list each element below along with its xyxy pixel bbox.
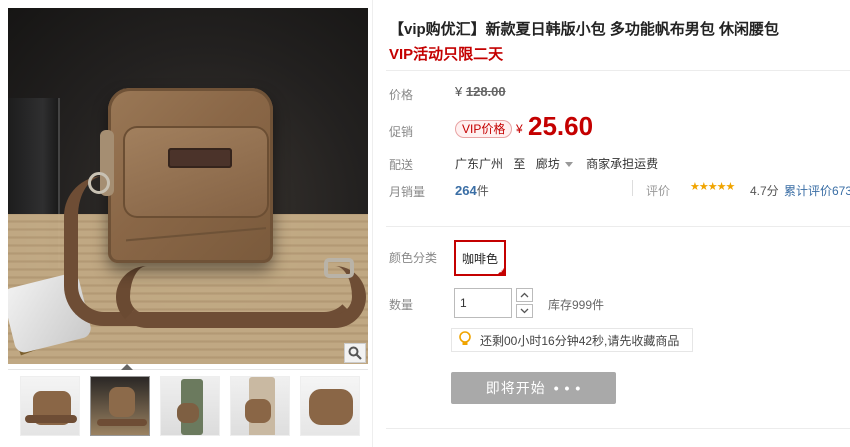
- stock-info: 库存999件: [548, 298, 605, 312]
- vip-price-badge: VIP价格: [455, 120, 513, 138]
- color-option-label: 咖啡色: [461, 251, 498, 266]
- sales-unit: 件: [476, 184, 489, 198]
- destination-select[interactable]: 廊坊: [536, 157, 560, 171]
- magnifier-icon[interactable]: [344, 343, 366, 363]
- thumbnail-4[interactable]: [230, 376, 290, 436]
- separator: [632, 180, 633, 196]
- thumbnail-1[interactable]: [20, 376, 80, 436]
- column-divider: [372, 0, 373, 447]
- currency-symbol: ¥: [455, 84, 463, 99]
- shipping-label: 配送: [389, 158, 414, 172]
- total-reviews-link[interactable]: 累计评价673: [784, 182, 850, 199]
- rating-stars-icon: ★★★★★: [690, 181, 735, 193]
- bag-pocket: [126, 214, 266, 254]
- strap-buckle: [324, 258, 354, 278]
- start-button-label: 即将开始: [485, 380, 546, 396]
- active-thumb-indicator: [121, 364, 133, 370]
- thumbnail-3[interactable]: [160, 376, 220, 436]
- main-product-image[interactable]: [8, 8, 368, 364]
- promo-line: VIP活动只限二天: [389, 46, 504, 63]
- ship-from: 广东广州: [455, 157, 504, 171]
- shipping-info: 广东广州 至 廊坊 商家承担运费: [455, 155, 665, 172]
- start-button-dots: • • •: [553, 380, 582, 396]
- chevron-down-icon[interactable]: [564, 162, 573, 168]
- monthly-sales: 264件: [455, 182, 489, 199]
- coming-soon-button[interactable]: 即将开始 • • •: [451, 372, 616, 404]
- thumbnail-strip: [8, 364, 368, 443]
- countdown-text: 还剩00小时16分钟42秒,请先收藏商品: [480, 333, 680, 348]
- promo-label: 促销: [389, 125, 414, 139]
- rating-label: 评价: [646, 184, 671, 198]
- product-title: 【vip购优汇】新款夏日韩版小包 多功能帆布男包 休闲腰包: [389, 21, 780, 38]
- original-price: ¥ 128.00: [455, 84, 506, 99]
- chevron-up-icon[interactable]: [516, 288, 533, 302]
- brand-patch: [168, 148, 232, 168]
- monthly-sales-label: 月销量: [389, 185, 426, 199]
- sales-count: 264: [455, 183, 477, 198]
- bag-flap: [123, 126, 269, 218]
- shipping-fee-note: 商家承担运费: [586, 157, 659, 171]
- ship-to-word: 至: [513, 157, 526, 171]
- original-price-value: 128.00: [465, 84, 506, 99]
- divider: [386, 70, 850, 71]
- divider: [386, 226, 850, 227]
- quantity-label: 数量: [389, 298, 414, 312]
- quantity-input[interactable]: [454, 288, 512, 318]
- thumbnail-2[interactable]: [90, 376, 150, 436]
- thumbnail-5[interactable]: [300, 376, 360, 436]
- rating-score: 4.7分: [750, 184, 779, 198]
- countdown-tip: 还剩00小时16分钟42秒,请先收藏商品: [451, 328, 693, 352]
- currency-symbol: ¥: [516, 122, 523, 136]
- color-option-coffee[interactable]: 咖啡色 ✓: [454, 240, 506, 276]
- divider: [386, 428, 850, 429]
- selected-check-icon: ✓: [496, 266, 506, 276]
- key-ring: [88, 172, 110, 194]
- promo-price: 25.60: [528, 111, 594, 141]
- color-label: 颜色分类: [389, 251, 438, 265]
- lightbulb-icon: [458, 330, 472, 350]
- price-label: 价格: [389, 88, 414, 102]
- chevron-down-icon[interactable]: [516, 304, 533, 318]
